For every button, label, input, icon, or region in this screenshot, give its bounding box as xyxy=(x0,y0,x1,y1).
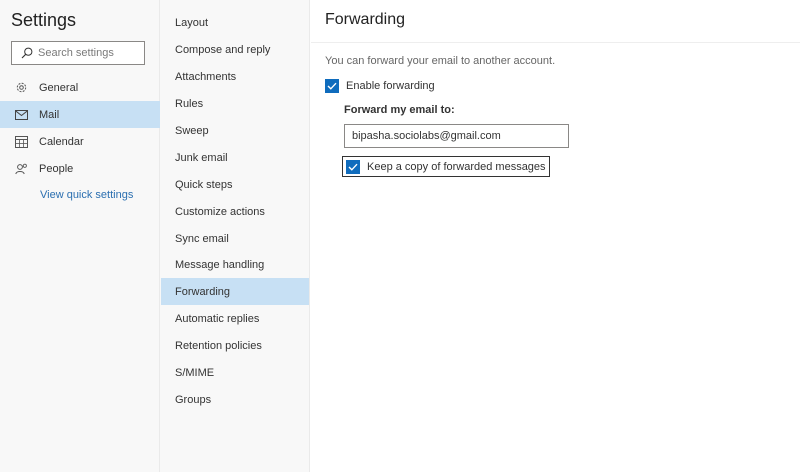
search-box[interactable] xyxy=(11,41,145,65)
nav-item-general[interactable]: General xyxy=(0,74,160,101)
subnav-item-junk-email[interactable]: Junk email xyxy=(161,144,309,171)
search-icon xyxy=(21,47,33,59)
gear-icon xyxy=(14,81,28,95)
subnav-item-forwarding[interactable]: Forwarding xyxy=(161,278,309,305)
forward-to-label: Forward my email to: xyxy=(344,104,455,116)
forwarding-description: You can forward your email to another ac… xyxy=(325,55,556,67)
settings-title: Settings xyxy=(11,10,77,30)
subnav-item-rules[interactable]: Rules xyxy=(161,90,309,117)
enable-forwarding-checkbox[interactable]: Enable forwarding xyxy=(325,79,435,93)
nav-item-label: Mail xyxy=(39,108,60,121)
mail-subnav-pane: Layout Compose and reply Attachments Rul… xyxy=(160,0,310,472)
nav-item-people[interactable]: People xyxy=(0,155,160,182)
subnav-item-quick-steps[interactable]: Quick steps xyxy=(161,171,309,198)
forward-email-input[interactable] xyxy=(344,124,569,148)
people-icon xyxy=(14,162,28,176)
subnav-item-automatic-replies[interactable]: Automatic replies xyxy=(161,305,309,332)
nav-item-calendar[interactable]: Calendar xyxy=(0,128,160,155)
search-input[interactable] xyxy=(38,47,138,59)
page-title: Forwarding xyxy=(325,11,406,28)
forwarding-panel: Forwarding You can forward your email to… xyxy=(311,0,800,472)
subnav-item-customize-actions[interactable]: Customize actions xyxy=(161,198,309,225)
subnav-item-smime[interactable]: S/MIME xyxy=(161,359,309,386)
view-quick-settings-link[interactable]: View quick settings xyxy=(40,189,133,201)
calendar-icon xyxy=(14,135,28,149)
nav-item-label: Calendar xyxy=(39,135,84,148)
nav-item-label: People xyxy=(39,162,74,175)
nav-item-mail[interactable]: Mail xyxy=(0,101,160,128)
mail-icon xyxy=(14,108,28,122)
settings-nav-pane: Settings General Mail xyxy=(0,0,160,472)
title-divider xyxy=(311,42,800,43)
nav-item-label: General xyxy=(39,81,79,94)
checkmark-icon xyxy=(346,159,360,174)
subnav-item-sync-email[interactable]: Sync email xyxy=(161,225,309,252)
keep-copy-checkbox[interactable]: Keep a copy of forwarded messages xyxy=(342,156,550,177)
subnav-item-compose-and-reply[interactable]: Compose and reply xyxy=(161,36,309,63)
subnav-item-layout[interactable]: Layout xyxy=(161,9,309,36)
subnav-item-attachments[interactable]: Attachments xyxy=(161,63,309,90)
keep-copy-label: Keep a copy of forwarded messages xyxy=(367,160,546,173)
subnav-item-message-handling[interactable]: Message handling xyxy=(161,251,309,278)
checkmark-icon xyxy=(325,79,339,93)
enable-forwarding-label: Enable forwarding xyxy=(346,80,435,92)
subnav-item-groups[interactable]: Groups xyxy=(161,386,309,413)
subnav-item-sweep[interactable]: Sweep xyxy=(161,117,309,144)
subnav-item-retention-policies[interactable]: Retention policies xyxy=(161,332,309,359)
